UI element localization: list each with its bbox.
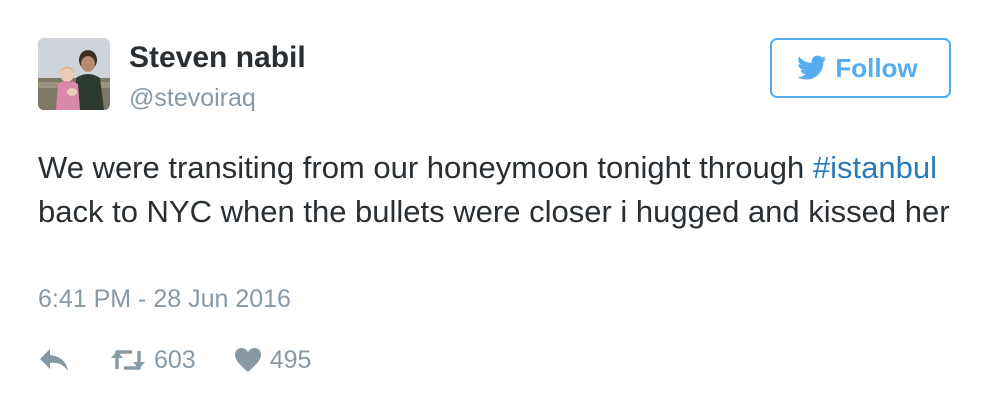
reply-icon — [40, 349, 68, 371]
tweet-text-part: We were transiting from our honeymoon to… — [38, 150, 813, 185]
like-button[interactable]: 495 — [234, 345, 312, 375]
timestamp[interactable]: 6:41 PM - 28 Jun 2016 — [38, 285, 291, 314]
tweet-actions: 603 495 — [38, 340, 311, 380]
reply-button[interactable] — [38, 347, 70, 373]
retweet-button[interactable]: 603 — [110, 346, 196, 375]
follow-button[interactable]: Follow — [770, 38, 951, 98]
follow-label: Follow — [835, 52, 918, 83]
tweet-card: Steven nabil @stevoiraq Follow We were t… — [0, 0, 992, 404]
avatar[interactable] — [38, 38, 110, 110]
heart-icon — [234, 348, 261, 372]
display-name[interactable]: Steven nabil — [129, 41, 306, 75]
tweet-text: We were transiting from our honeymoon to… — [38, 146, 958, 234]
screen-name[interactable]: @stevoiraq — [129, 84, 256, 113]
hashtag-link[interactable]: #istanbul — [813, 150, 937, 185]
like-count: 495 — [269, 345, 312, 374]
retweet-count: 603 — [154, 345, 196, 374]
retweet-icon — [111, 350, 145, 370]
twitter-bird-icon — [797, 55, 827, 80]
tweet-text-part: back to NYC when the bullets were closer… — [38, 194, 950, 229]
